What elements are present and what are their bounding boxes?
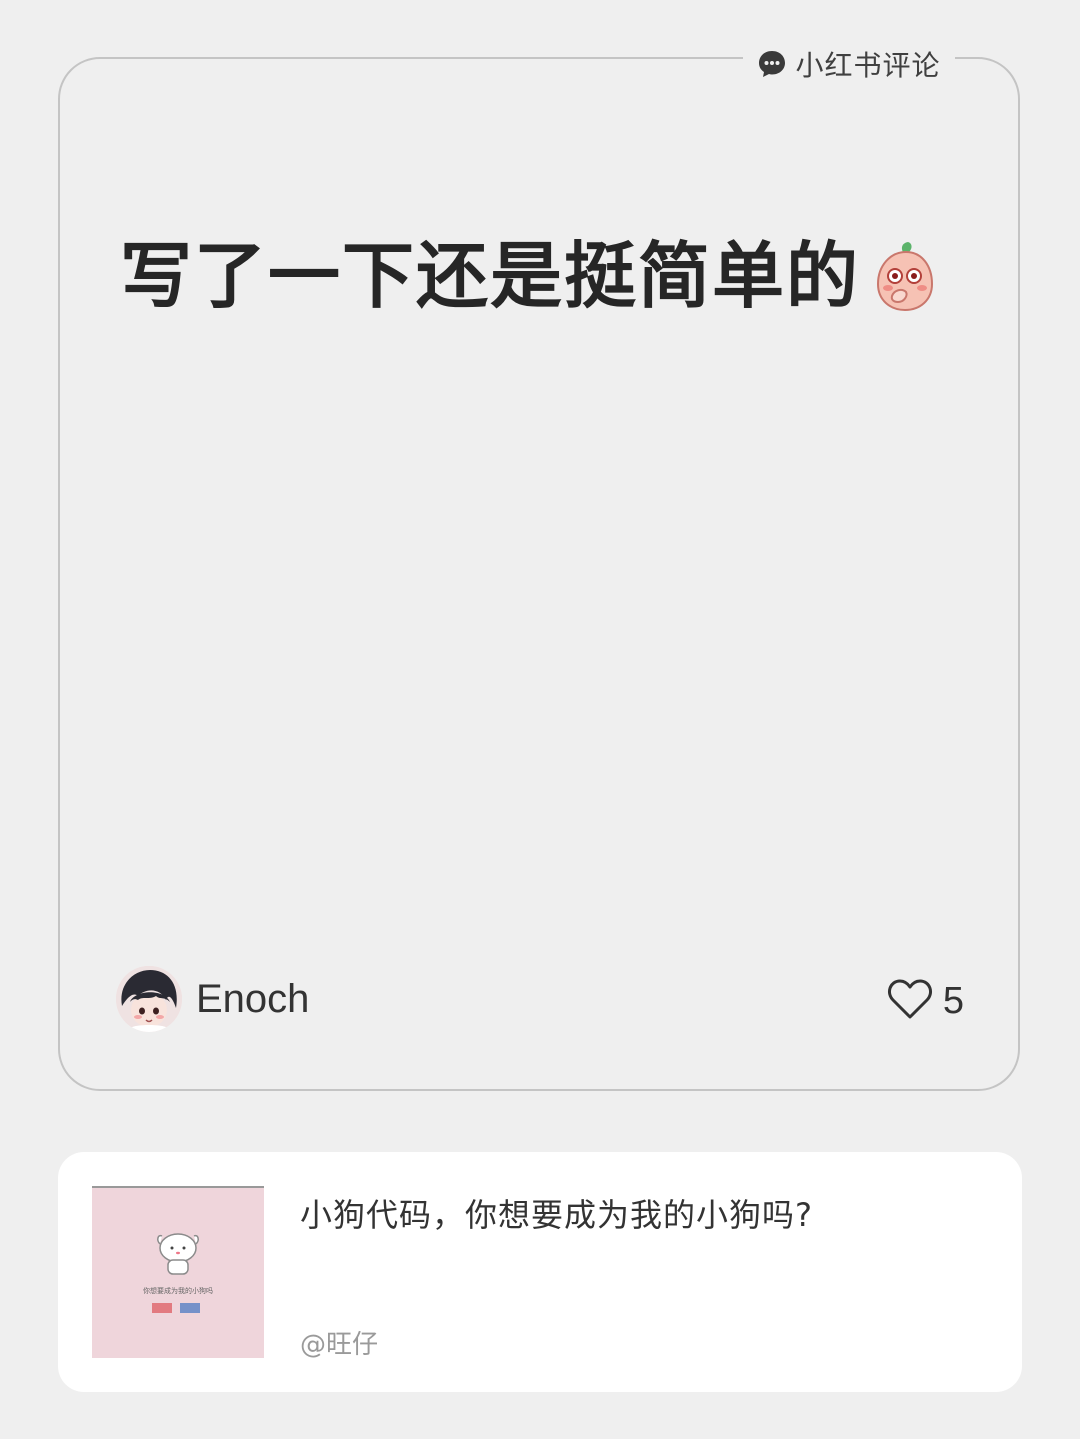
thumbnail-caption: 你想要成为我的小狗吗 — [143, 1287, 213, 1295]
linked-post-card[interactable]: 你想要成为我的小狗吗 小狗代码，你想要成为我的小狗吗? @旺仔 — [58, 1152, 1022, 1392]
like-button[interactable]: 5 — [887, 978, 964, 1024]
heart-outline-icon[interactable] — [887, 978, 933, 1024]
source-tag-label: 小红书评论 — [795, 49, 941, 82]
thumbnail-no-button — [180, 1303, 200, 1313]
like-count: 5 — [942, 979, 964, 1022]
post-title[interactable]: 小狗代码，你想要成为我的小狗吗? — [300, 1190, 813, 1236]
post-thumbnail[interactable]: 你想要成为我的小狗吗 — [92, 1186, 264, 1358]
avatar[interactable] — [116, 966, 182, 1032]
source-tag: 小红书评论 — [743, 40, 955, 88]
comment-text: 写了一下还是挺简单的 — [120, 234, 861, 318]
post-author[interactable]: @旺仔 — [300, 1324, 378, 1361]
comment-body: 写了一下还是挺简单的 — [120, 240, 938, 312]
puppy-illustration-icon — [157, 1233, 199, 1275]
author-name[interactable]: Enoch — [196, 977, 309, 1022]
comment-card — [58, 57, 1020, 1091]
comment-author[interactable]: Enoch — [116, 966, 309, 1032]
peach-blush-emoji-icon — [872, 240, 938, 312]
chat-bubble-icon — [757, 49, 787, 79]
thumbnail-yes-button — [152, 1303, 172, 1313]
